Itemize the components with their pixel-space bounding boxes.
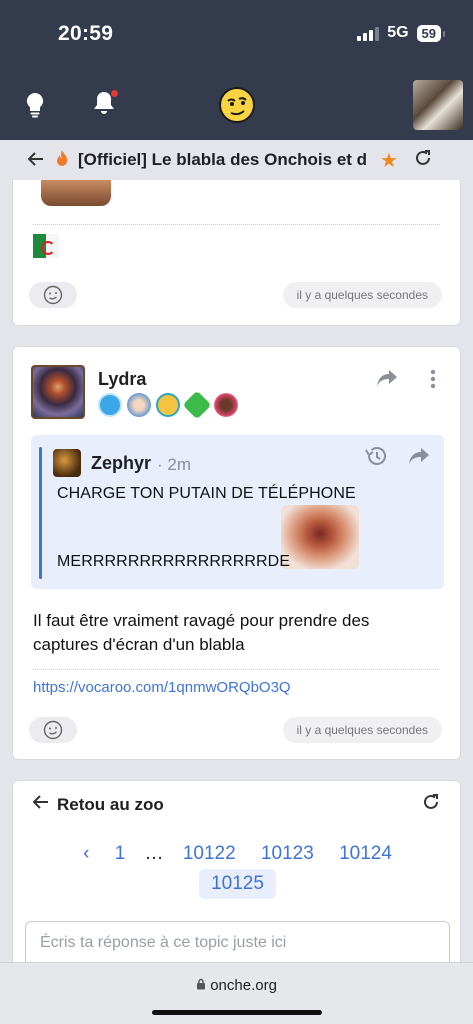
- favorite-star-icon[interactable]: ★: [380, 148, 398, 173]
- pagination: ‹ 1 … 10122 10123 10124: [13, 843, 462, 865]
- beer-badge-icon: [182, 390, 212, 420]
- back-to-forum-link[interactable]: Retou au zoo: [57, 795, 164, 815]
- topic-bar: [Officiel] Le blabla des Onchois et d ★: [0, 140, 473, 180]
- status-time: 20:59: [58, 22, 114, 45]
- user-avatar[interactable]: [413, 80, 463, 130]
- divider: [33, 224, 440, 225]
- quote-share-icon[interactable]: [408, 447, 430, 470]
- vocaroo-link[interactable]: https://vocaroo.com/1qnmwORQbO3Q: [33, 679, 291, 696]
- refresh-icon[interactable]: [414, 149, 432, 172]
- refresh-icon[interactable]: [422, 793, 440, 816]
- lightbulb-icon[interactable]: [24, 92, 46, 123]
- current-page[interactable]: 10125: [199, 869, 276, 899]
- back-arrow-icon[interactable]: [27, 150, 44, 171]
- page-link[interactable]: 10122: [183, 843, 236, 865]
- quote-text-line: MERRRRRRRRRRRRRRRRDE: [57, 553, 291, 570]
- topic-title: [Officiel] Le blabla des Onchois et d: [78, 150, 368, 169]
- post-timestamp: il y a quelques secondes: [282, 282, 442, 308]
- reaction-button[interactable]: [29, 282, 77, 308]
- quoted-post[interactable]: Zephyr · 2m CHARGE TON PUTAIN DE TÉLÉPHO…: [31, 435, 444, 589]
- quote-bar: [39, 447, 42, 579]
- post-image: [41, 180, 111, 206]
- smiley-badge-icon: [156, 393, 180, 417]
- network-type: 5G: [387, 24, 409, 41]
- page-link[interactable]: 1: [115, 843, 126, 865]
- url-text: onche.org: [210, 977, 277, 994]
- status-bar: 20:59 5G 59: [0, 0, 473, 68]
- quote-sticker-image: [281, 505, 359, 569]
- divider: [33, 669, 440, 670]
- back-arrow-icon[interactable]: [32, 795, 49, 814]
- page-link[interactable]: 10124: [339, 843, 392, 865]
- share-icon[interactable]: [376, 369, 398, 392]
- app-header: [0, 68, 473, 140]
- pagination-ellipsis: …: [144, 843, 164, 864]
- author-avatar[interactable]: [31, 365, 85, 419]
- stars-badge-icon: [98, 393, 122, 417]
- home-indicator[interactable]: [152, 1010, 322, 1015]
- history-icon[interactable]: [364, 445, 388, 472]
- quote-time: · 2m: [157, 455, 191, 474]
- reaction-button[interactable]: [29, 717, 77, 743]
- post-body: Il faut être vraiment ravagé pour prendr…: [33, 611, 370, 654]
- battery-icon: 59: [416, 24, 446, 42]
- lock-icon: [196, 977, 210, 994]
- post-card: il y a quelques secondes: [12, 180, 461, 326]
- url-display[interactable]: onche.org: [0, 977, 473, 994]
- status-indicators: 5G 59: [357, 24, 446, 42]
- quote-text-line: CHARGE TON PUTAIN DE TÉLÉPHONE: [57, 485, 356, 502]
- smiley-reaction-icon: [43, 285, 63, 305]
- post-card: Lydra Zephyr · 2m CHARGE TON PUTAIN DE T…: [12, 346, 461, 760]
- quote-author-avatar: [53, 449, 81, 477]
- author-badges: [98, 390, 238, 420]
- post-timestamp: il y a quelques secondes: [282, 717, 442, 743]
- algeria-flag-icon: [33, 234, 59, 258]
- notification-dot: [110, 89, 119, 98]
- prev-page-button[interactable]: ‹: [83, 843, 89, 865]
- author-name[interactable]: Lydra: [98, 369, 146, 390]
- flame-icon: [56, 149, 68, 171]
- smiley-reaction-icon: [43, 720, 63, 740]
- signal-icon: [357, 25, 380, 41]
- page-link[interactable]: 10123: [261, 843, 314, 865]
- quote-author-name[interactable]: Zephyr: [91, 453, 151, 474]
- flower-badge-icon: [214, 393, 238, 417]
- more-options-icon[interactable]: [430, 369, 436, 394]
- onche-smiley-logo[interactable]: [218, 86, 256, 129]
- pagination-current-row: 10125: [13, 869, 462, 899]
- portrait-badge-icon: [127, 393, 151, 417]
- notification-bell-icon[interactable]: [92, 89, 119, 121]
